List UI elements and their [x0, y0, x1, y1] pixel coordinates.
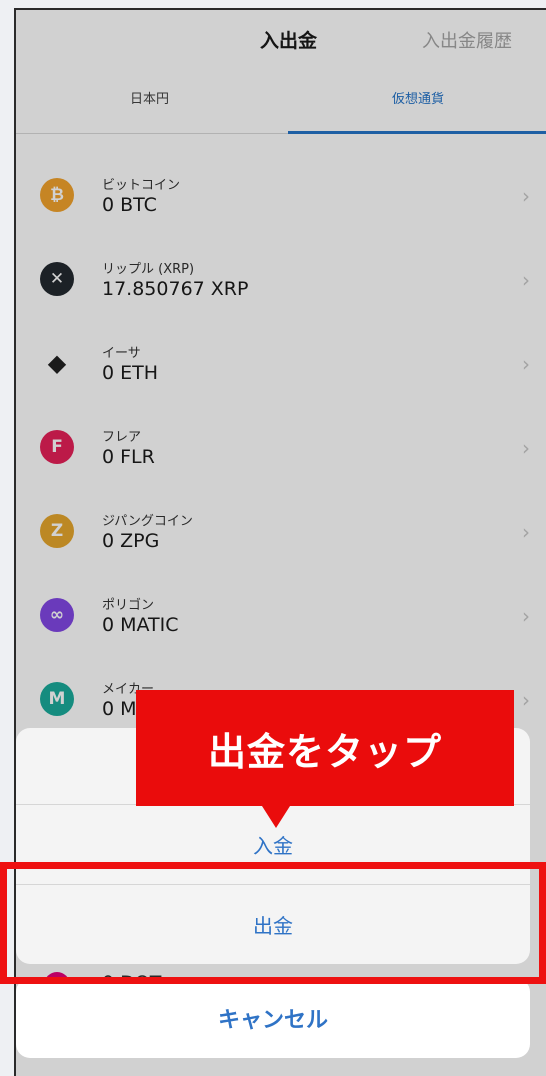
cancel-button[interactable]: キャンセル: [16, 978, 530, 1058]
callout-pointer: [262, 806, 290, 828]
withdraw-highlight-box: [0, 862, 546, 984]
tap-instruction-callout: 出金をタップ: [136, 690, 514, 806]
